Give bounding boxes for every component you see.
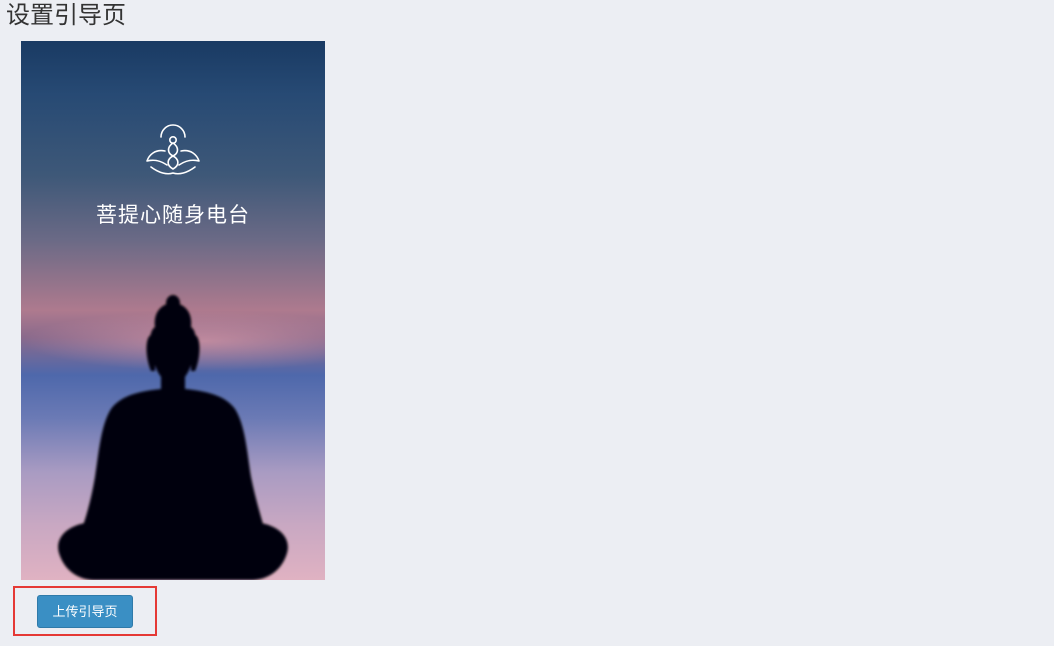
- splash-image-preview: 菩提心随身电台: [21, 41, 325, 580]
- page-title: 设置引导页: [6, 1, 126, 29]
- app-name-text: 菩提心随身电台: [96, 203, 250, 227]
- lotus-meditation-icon: [146, 124, 200, 175]
- buddha-silhouette: [58, 295, 288, 580]
- upload-highlight-box: 上传引导页: [13, 586, 157, 636]
- upload-splash-button[interactable]: 上传引导页: [37, 595, 133, 628]
